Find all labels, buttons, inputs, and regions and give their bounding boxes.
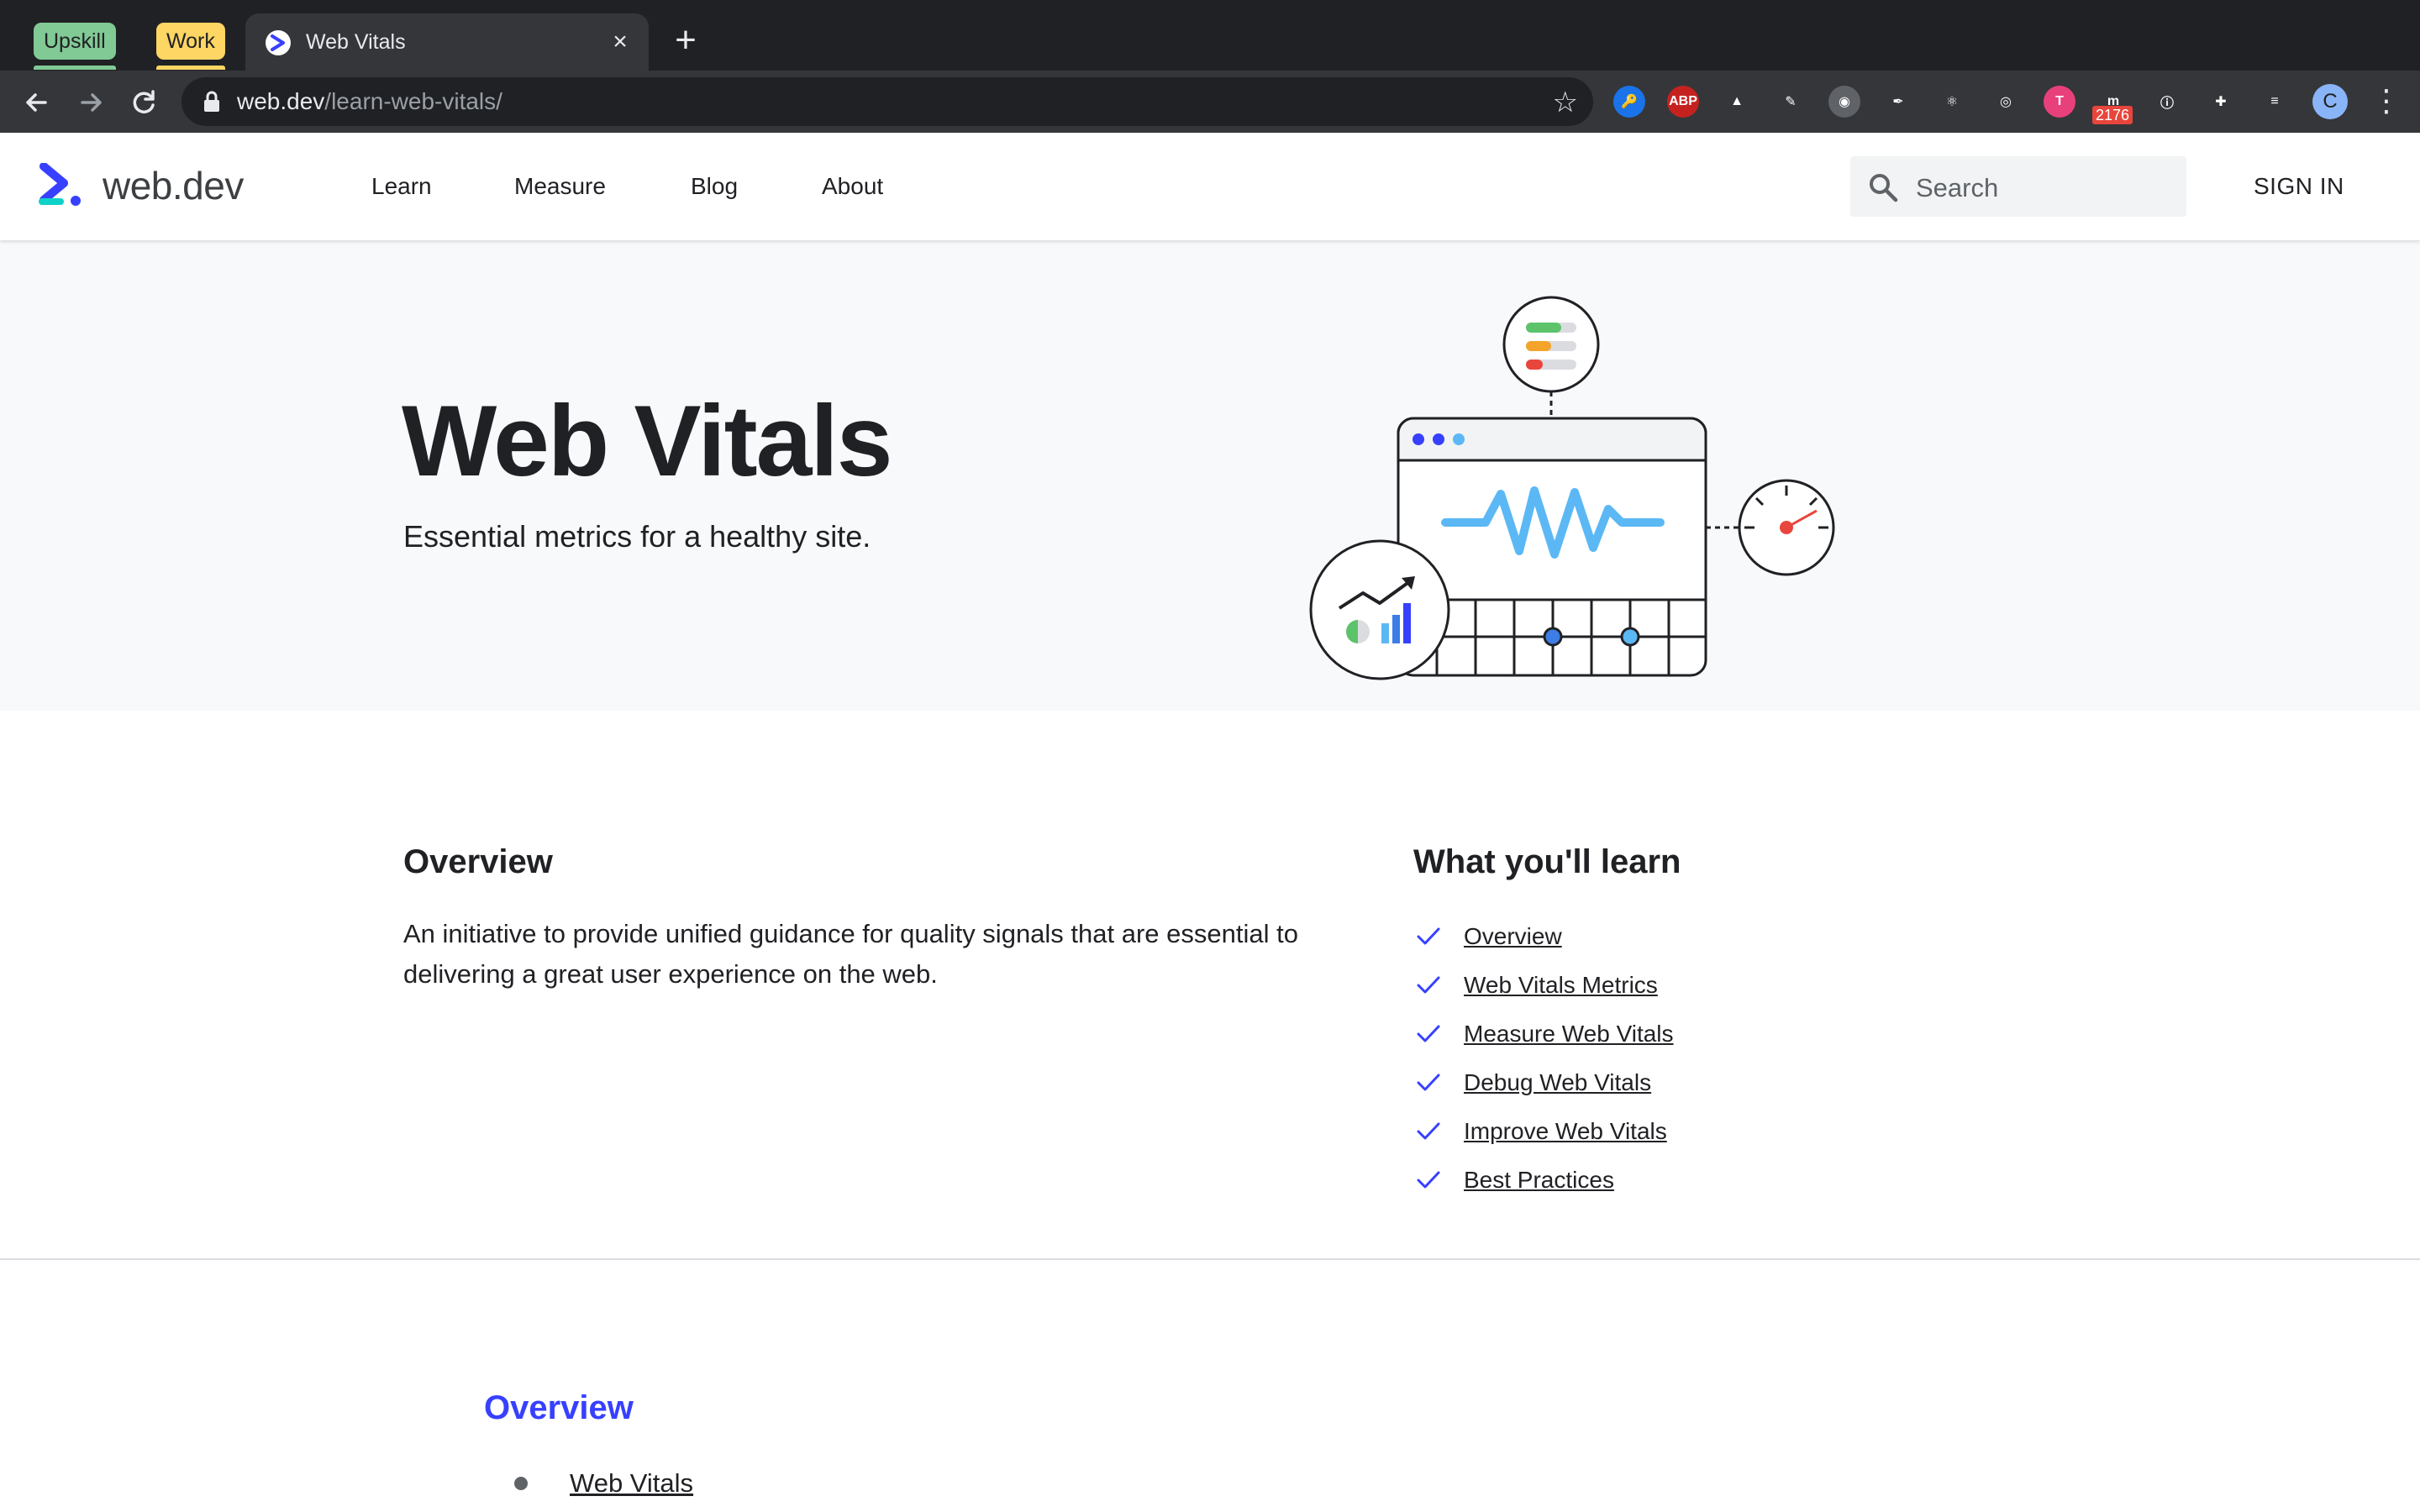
pink-t-ext-icon[interactable]: T <box>2044 86 2075 118</box>
back-arrow-icon <box>26 93 47 112</box>
site-header: web.dev Learn Measure Blog About Search … <box>0 133 2420 240</box>
learn-item: Debug Web Vitals <box>1413 1058 1674 1107</box>
webdev-logo[interactable]: web.dev <box>39 163 244 208</box>
checkmark-icon <box>1417 927 1440 945</box>
extension-badge: 2176 <box>2092 106 2133 124</box>
learn-list: Overview Web Vitals Metrics Measure Web Vi… <box>1413 912 1674 1205</box>
hero-banner: Web Vitals Essential metrics for a healt… <box>0 240 2420 711</box>
learn-item-link[interactable]: Improve Web Vitals <box>1464 1118 1667 1145</box>
checkmark-icon <box>1417 1025 1440 1042</box>
url-path: /learn-web-vitals/ <box>324 88 502 114</box>
url-text: web.dev/learn-web-vitals/ <box>237 88 502 115</box>
tab-group-underline <box>34 66 116 70</box>
page-subtitle: Essential metrics for a healthy site. <box>403 519 871 554</box>
toc-item: Web Vitals <box>514 1468 693 1499</box>
toc-heading[interactable]: Overview <box>484 1389 634 1427</box>
webdev-logo-icon <box>39 163 81 206</box>
lock-icon <box>204 91 219 112</box>
learn-item-link[interactable]: Overview <box>1464 923 1562 950</box>
browser-tab-strip: Upskill Work Web Vitals × + <box>0 0 2420 71</box>
fingerprint-ext-icon[interactable]: ⓘ <box>2151 86 2183 118</box>
nav-measure[interactable]: Measure <box>514 173 606 200</box>
toc-item-link[interactable]: Web Vitals <box>570 1468 693 1499</box>
learn-item-link[interactable]: Debug Web Vitals <box>1464 1069 1651 1096</box>
reading-list-icon[interactable]: ≡ <box>2259 86 2291 118</box>
search-icon <box>1870 174 1898 202</box>
learn-item: Overview <box>1413 912 1674 961</box>
sign-in-button[interactable]: SIGN IN <box>2254 173 2344 200</box>
url-host: web.dev <box>237 88 325 114</box>
checkmark-icon <box>1417 1074 1440 1091</box>
adblock-plus-icon[interactable]: ABP <box>1667 86 1699 118</box>
pen-ext-icon[interactable]: ✎ <box>1775 86 1807 118</box>
tab-group-work[interactable]: Work <box>156 23 225 70</box>
logo-text: web.dev <box>103 164 244 207</box>
reload-button[interactable] <box>126 84 163 121</box>
triangle-ext-icon[interactable]: ▲ <box>1721 86 1753 118</box>
web-vitals-illustration <box>1309 296 1835 680</box>
tab-group-label: Upskill <box>44 29 106 53</box>
tab-group-upskill[interactable]: Upskill <box>34 23 116 70</box>
nav-learn[interactable]: Learn <box>371 173 432 200</box>
tab-web-vitals[interactable]: Web Vitals × <box>245 13 649 71</box>
feather-ext-icon[interactable]: ✒ <box>1882 86 1914 118</box>
browser-toolbar: web.dev/learn-web-vitals/ ☆ 🔑 ABP ▲ ✎ ◉ ✒ ⚛ ◎ Tm… <box>0 71 2420 133</box>
forward-button[interactable] <box>72 84 109 121</box>
learn-item-link[interactable]: Web Vitals Metrics <box>1464 972 1658 999</box>
overview-description: An initiative to provide unified guidanc… <box>403 919 1298 989</box>
search-input[interactable]: Search <box>1850 156 2186 217</box>
learn-item: Web Vitals Metrics <box>1413 961 1674 1010</box>
bullet-icon <box>514 1477 528 1490</box>
tab-group-underline <box>156 66 225 70</box>
learn-item: Improve Web Vitals <box>1413 1107 1674 1156</box>
back-button[interactable] <box>18 84 55 121</box>
search-placeholder: Search <box>1916 173 1999 202</box>
extensions-puzzle-icon[interactable]: ✚ <box>2205 86 2237 118</box>
learn-heading: What you'll learn <box>1413 843 1681 880</box>
react-devtools-icon[interactable]: ⚛ <box>1936 86 1968 118</box>
learn-item-link[interactable]: Measure Web Vitals <box>1464 1021 1674 1047</box>
browser-menu-icon[interactable]: ⋮ <box>2371 82 2402 119</box>
checkmark-icon <box>1417 1171 1440 1189</box>
nav-blog[interactable]: Blog <box>691 173 738 200</box>
tab-group-label: Work <box>166 29 215 53</box>
profile-avatar[interactable]: C <box>2312 84 2348 119</box>
target-ext-icon[interactable]: ◎ <box>1990 86 2022 118</box>
checkmark-icon <box>1417 1122 1440 1140</box>
close-tab-icon[interactable]: × <box>607 29 634 55</box>
checkmark-icon <box>1417 976 1440 994</box>
1password-icon[interactable]: 🔑 <box>1613 86 1645 118</box>
reload-icon <box>133 90 155 113</box>
learn-item-link[interactable]: Best Practices <box>1464 1167 1614 1194</box>
learn-item: Best Practices <box>1413 1156 1674 1205</box>
forward-arrow-icon <box>81 93 102 112</box>
new-tab-button[interactable]: + <box>669 22 702 59</box>
bookmark-star-icon[interactable]: ☆ <box>1553 86 1578 119</box>
address-bar[interactable]: web.dev/learn-web-vitals/ ☆ <box>182 77 1593 126</box>
section-divider <box>0 1258 2420 1260</box>
toc-list: Web Vitals <box>514 1468 693 1499</box>
learn-item: Measure Web Vitals <box>1413 1010 1674 1058</box>
overview-heading: Overview <box>403 843 553 880</box>
webdev-favicon-icon <box>266 30 291 55</box>
tab-title: Web Vitals <box>306 30 406 54</box>
camera-ext-icon[interactable]: ◉ <box>1828 86 1860 118</box>
nav-about[interactable]: About <box>822 173 883 200</box>
page-title: Web Vitals <box>402 385 892 497</box>
